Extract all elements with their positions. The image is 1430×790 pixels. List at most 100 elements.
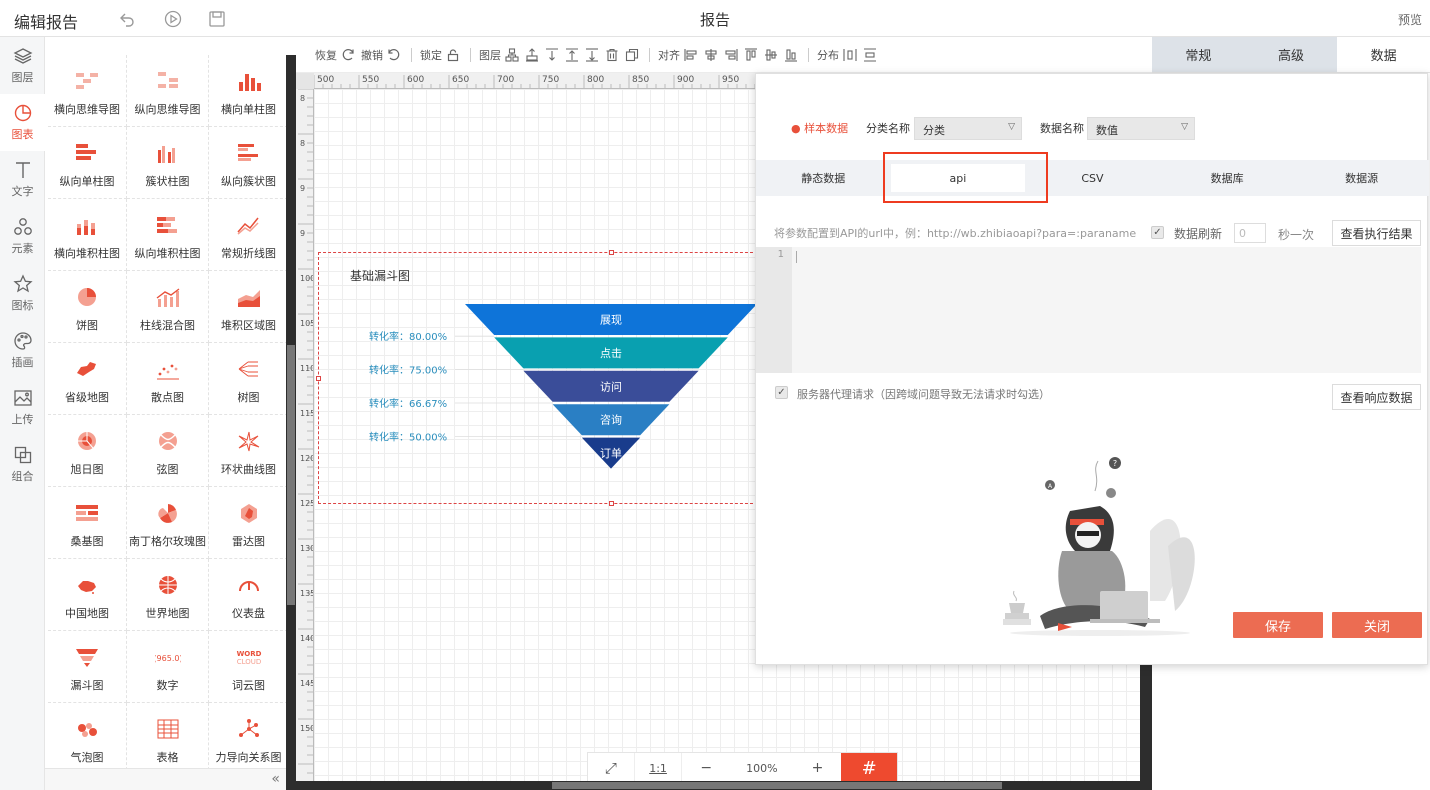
canvas-hscroll-thumb[interactable] — [552, 782, 1002, 789]
nightingale-icon — [157, 504, 177, 523]
chart-type-sunburst[interactable]: 旭日图 — [48, 415, 127, 487]
close-button[interactable]: 关闭 — [1332, 612, 1422, 638]
chart-type-radar[interactable]: 雷达图 — [209, 487, 286, 559]
distribute-v-icon[interactable] — [863, 47, 877, 62]
chart-type-stack-area[interactable]: 堆积区域图 — [209, 271, 286, 343]
canvas-hscrollbar[interactable] — [314, 781, 1140, 790]
align-top-icon[interactable] — [744, 47, 758, 62]
sample-data-label[interactable]: ● 样本数据 — [791, 120, 848, 136]
rail-item-upload[interactable]: 上传 — [0, 379, 45, 436]
api-code-editor[interactable]: 1 — [756, 247, 1421, 373]
funnel-chart-widget[interactable]: 基础漏斗图 展现 点击 访问 咨询 订单 转化率：80.00% 转化率：75.00% 转化率：… — [316, 250, 758, 506]
chart-type-mindmap-v[interactable]: 纵向思维导图 — [127, 55, 209, 127]
zoom-out-button[interactable]: − — [682, 753, 730, 783]
align-left-icon[interactable] — [684, 48, 698, 62]
library-scroll-thumb[interactable] — [287, 345, 295, 605]
lock-icon[interactable] — [446, 48, 460, 62]
rail-label: 图标 — [11, 299, 34, 312]
rail-item-charts[interactable]: 图表 — [0, 94, 45, 151]
tab-database[interactable]: 数据库 — [1160, 160, 1295, 196]
chart-type-province-map[interactable]: 省级地图 — [48, 343, 127, 415]
chart-type-force-graph[interactable]: 力导向关系图 — [209, 703, 286, 775]
zoom-in-button[interactable]: + — [794, 753, 842, 783]
chart-type-sankey[interactable]: 桑基图 — [48, 487, 127, 559]
value-select[interactable]: 数值 ▽ — [1087, 117, 1195, 140]
bring-front-icon[interactable] — [525, 47, 539, 62]
chart-type-label: 省级地图 — [65, 391, 109, 404]
chart-type-line[interactable]: 常规折线图 — [209, 199, 286, 271]
undo-icon[interactable] — [118, 10, 136, 28]
redo-label[interactable]: 恢复 — [315, 47, 337, 63]
save-button[interactable]: 保存 — [1233, 612, 1323, 638]
save-icon[interactable] — [208, 10, 226, 28]
ruler-label: 1050 — [300, 319, 314, 328]
lock-label[interactable]: 锁定 — [420, 47, 442, 63]
chart-type-chord[interactable]: 弦图 — [127, 415, 209, 487]
tab-advanced[interactable]: 高级 — [1244, 37, 1338, 72]
grid-toggle-icon[interactable]: # — [841, 753, 897, 783]
chart-type-world-map[interactable]: 世界地图 — [127, 559, 209, 631]
undo-icon[interactable] — [387, 48, 401, 62]
proxy-checkbox[interactable]: ✓ — [775, 386, 788, 399]
rail-item-illustrations[interactable]: 插画 — [0, 322, 45, 379]
rail-item-group[interactable]: 组合 — [0, 436, 45, 493]
view-result-button[interactable]: 查看执行结果 — [1332, 220, 1421, 246]
chart-type-stack-h[interactable]: 横向堆积柱图 — [48, 199, 127, 271]
align-center-h-icon[interactable] — [704, 48, 718, 62]
collapse-icon[interactable]: « — [271, 771, 280, 787]
chart-type-bar-h[interactable]: 横向单柱图 — [209, 55, 286, 127]
chart-type-bar-line[interactable]: 柱线混合图 — [127, 271, 209, 343]
chart-type-number[interactable]: (965.0) 数字 — [127, 631, 209, 703]
chart-type-tree[interactable]: 树图 — [209, 343, 286, 415]
ruler-left[interactable]: 8 8 9 9 1000 1050 1100 1150 1200 1250 1300 1350 1400… — [296, 89, 314, 781]
copy-icon[interactable] — [625, 48, 639, 62]
chart-type-mindmap-h[interactable]: 横向思维导图 — [48, 55, 127, 127]
align-center-v-icon[interactable] — [764, 48, 778, 62]
rail-item-layers[interactable]: 图层 — [0, 37, 45, 94]
tab-csv[interactable]: CSV — [1025, 160, 1160, 196]
chart-type-stack-v[interactable]: 纵向堆积柱图 — [127, 199, 209, 271]
library-scrollbar[interactable] — [286, 55, 296, 790]
tab-api[interactable]: api — [890, 164, 1026, 192]
chart-type-cluster[interactable]: 簇状柱图 — [127, 127, 209, 199]
send-back-icon[interactable] — [585, 47, 599, 62]
distribute-h-icon[interactable] — [843, 48, 857, 62]
tab-general[interactable]: 常规 — [1152, 37, 1245, 72]
chart-type-funnel[interactable]: 漏斗图 — [48, 631, 127, 703]
tab-datasource[interactable]: 数据源 — [1294, 160, 1429, 196]
chart-type-table[interactable]: 表格 — [127, 703, 209, 775]
send-backward-icon[interactable] — [565, 47, 579, 62]
refresh-checkbox[interactable]: ✓ — [1151, 226, 1164, 239]
refresh-interval-input[interactable]: 0 — [1234, 223, 1266, 243]
chart-type-pie[interactable]: 饼图 — [48, 271, 127, 343]
fit-screen-icon[interactable]: ⤢ — [588, 753, 635, 783]
layer-group-icon[interactable] — [505, 47, 519, 62]
chart-type-bar-v[interactable]: 纵向单柱图 — [48, 127, 127, 199]
bar-h-icon — [238, 74, 261, 91]
chart-type-nightingale[interactable]: 南丁格尔玫瑰图 — [127, 487, 209, 559]
tab-static-data[interactable]: 静态数据 — [756, 160, 891, 196]
chart-type-gauge[interactable]: 仪表盘 — [209, 559, 286, 631]
rail-item-icons[interactable]: 图标 — [0, 265, 45, 322]
category-select[interactable]: 分类 ▽ — [914, 117, 1022, 140]
rail-item-text[interactable]: 文字 — [0, 151, 45, 208]
delete-icon[interactable] — [605, 48, 619, 62]
actual-size-button[interactable]: 1:1 — [635, 753, 683, 783]
play-icon[interactable] — [164, 10, 182, 28]
chart-type-scatter[interactable]: 散点图 — [127, 343, 209, 415]
rail-item-elements[interactable]: 元素 — [0, 208, 45, 265]
redo-icon[interactable] — [341, 48, 355, 62]
preview-link[interactable]: 预览 — [1398, 11, 1422, 28]
chart-type-bubble[interactable]: 气泡图 — [48, 703, 127, 775]
align-right-icon[interactable] — [724, 48, 738, 62]
chart-type-label: 树图 — [237, 391, 260, 404]
view-response-button[interactable]: 查看响应数据 — [1332, 384, 1421, 410]
chart-type-ring-curve[interactable]: 环状曲线图 — [209, 415, 286, 487]
chart-type-wordcloud[interactable]: WORD CLOUD 词云图 — [209, 631, 286, 703]
align-bottom-icon[interactable] — [784, 48, 798, 62]
chart-type-cluster-v[interactable]: 纵向簇状图 — [209, 127, 286, 199]
chart-type-china-map[interactable]: 中国地图 — [48, 559, 127, 631]
tab-data[interactable]: 数据 — [1337, 37, 1430, 72]
bring-forward-icon[interactable] — [545, 47, 559, 62]
undo-label[interactable]: 撤销 — [361, 47, 383, 63]
